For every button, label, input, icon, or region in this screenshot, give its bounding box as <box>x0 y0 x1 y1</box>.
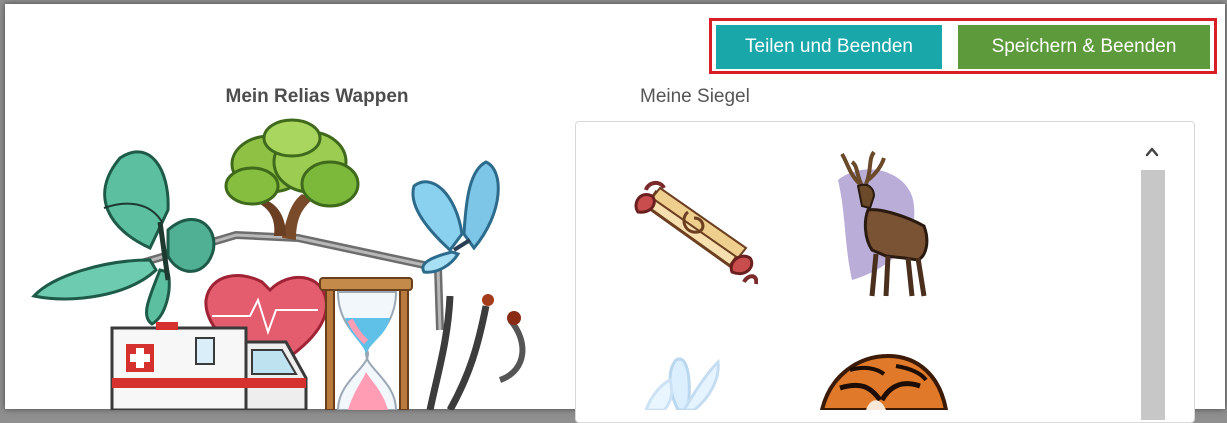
stethoscope-icon <box>426 294 526 410</box>
crest-illustration <box>31 118 526 410</box>
scroll-up-button[interactable] <box>1137 137 1167 167</box>
butterfly-green-icon <box>31 150 216 326</box>
chevron-up-icon <box>1145 147 1159 157</box>
seals-title: Meine Siegel <box>640 86 750 107</box>
seals-scrollbar[interactable] <box>1137 137 1167 420</box>
share-and-exit-button[interactable]: Teilen und Beenden <box>716 25 942 69</box>
save-and-exit-button[interactable]: Speichern & Beenden <box>958 25 1210 69</box>
crest-title: Mein Relias Wappen <box>225 86 409 107</box>
tiger-icon[interactable] <box>810 352 950 410</box>
deer-icon[interactable] <box>826 150 938 300</box>
butterfly-blue-icon <box>411 160 500 274</box>
hourglass-icon <box>319 277 413 410</box>
tree-icon <box>224 118 360 240</box>
scrollbar-track[interactable] <box>1141 170 1165 420</box>
scroll-icon[interactable] <box>628 178 758 288</box>
butterfly-icon[interactable] <box>640 350 720 410</box>
